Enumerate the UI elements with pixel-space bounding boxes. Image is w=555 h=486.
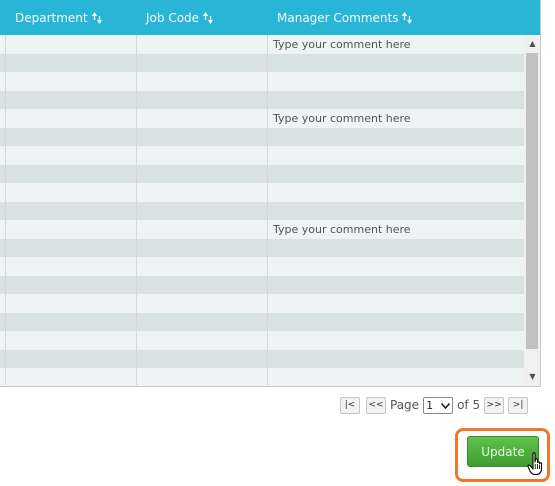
table-row — [0, 220, 524, 239]
table-row — [0, 368, 524, 386]
table-row — [0, 53, 524, 72]
table-row — [0, 127, 524, 146]
prev-page-button[interactable]: << — [366, 396, 386, 414]
comment-input[interactable]: Type your comment here — [273, 37, 411, 53]
page-select-value: 1 — [426, 398, 434, 412]
scroll-up-icon[interactable]: ▲ — [524, 35, 540, 52]
column-divider — [5, 35, 6, 385]
table-header: Department Job Code Manager Comments — [0, 0, 540, 35]
column-header-label: Job Code — [146, 10, 200, 25]
sort-icon[interactable] — [91, 11, 102, 25]
sort-icon[interactable] — [203, 11, 214, 25]
column-header-label: Manager Comments — [277, 10, 399, 25]
table-row — [0, 164, 524, 183]
sort-icon[interactable] — [402, 11, 413, 25]
table-row — [0, 72, 524, 91]
table-row — [0, 349, 524, 368]
scroll-down-icon[interactable]: ▼ — [524, 368, 540, 385]
page-count-label: of 5 — [457, 398, 481, 412]
table-row — [0, 146, 524, 165]
table-row — [0, 275, 524, 294]
table-row — [0, 238, 524, 257]
column-header-job-code[interactable]: Job Code — [146, 0, 214, 35]
table-row — [0, 109, 524, 128]
scrollbar-thumb[interactable] — [526, 53, 538, 349]
chevron-down-icon — [440, 399, 451, 412]
hand-cursor-icon — [527, 452, 547, 479]
page-label: Page — [390, 398, 420, 412]
table-row — [0, 312, 524, 331]
column-header-label: Department — [15, 10, 88, 25]
table-row — [0, 35, 524, 54]
comment-input[interactable]: Type your comment here — [273, 222, 411, 238]
pagination: |< << Page 1 of 5 >> >| — [340, 395, 529, 415]
column-header-department[interactable]: Department — [15, 0, 102, 35]
table-row — [0, 331, 524, 350]
last-page-button[interactable]: >| — [508, 396, 529, 414]
first-page-button[interactable]: |< — [340, 396, 360, 414]
table-row — [0, 257, 524, 276]
column-divider — [136, 35, 137, 385]
table-row — [0, 201, 524, 220]
page-select[interactable]: 1 — [423, 396, 454, 414]
column-divider — [267, 35, 268, 385]
next-page-button[interactable]: >> — [484, 396, 505, 414]
data-table: Department Job Code Manager Comments Typ… — [0, 0, 541, 387]
vertical-scrollbar[interactable]: ▲ ▼ — [524, 35, 540, 386]
table-row — [0, 294, 524, 313]
table-row — [0, 90, 524, 109]
column-header-manager-comments[interactable]: Manager Comments — [277, 0, 413, 35]
table-row — [0, 183, 524, 202]
table-body — [0, 35, 524, 386]
comment-input[interactable]: Type your comment here — [273, 111, 411, 127]
